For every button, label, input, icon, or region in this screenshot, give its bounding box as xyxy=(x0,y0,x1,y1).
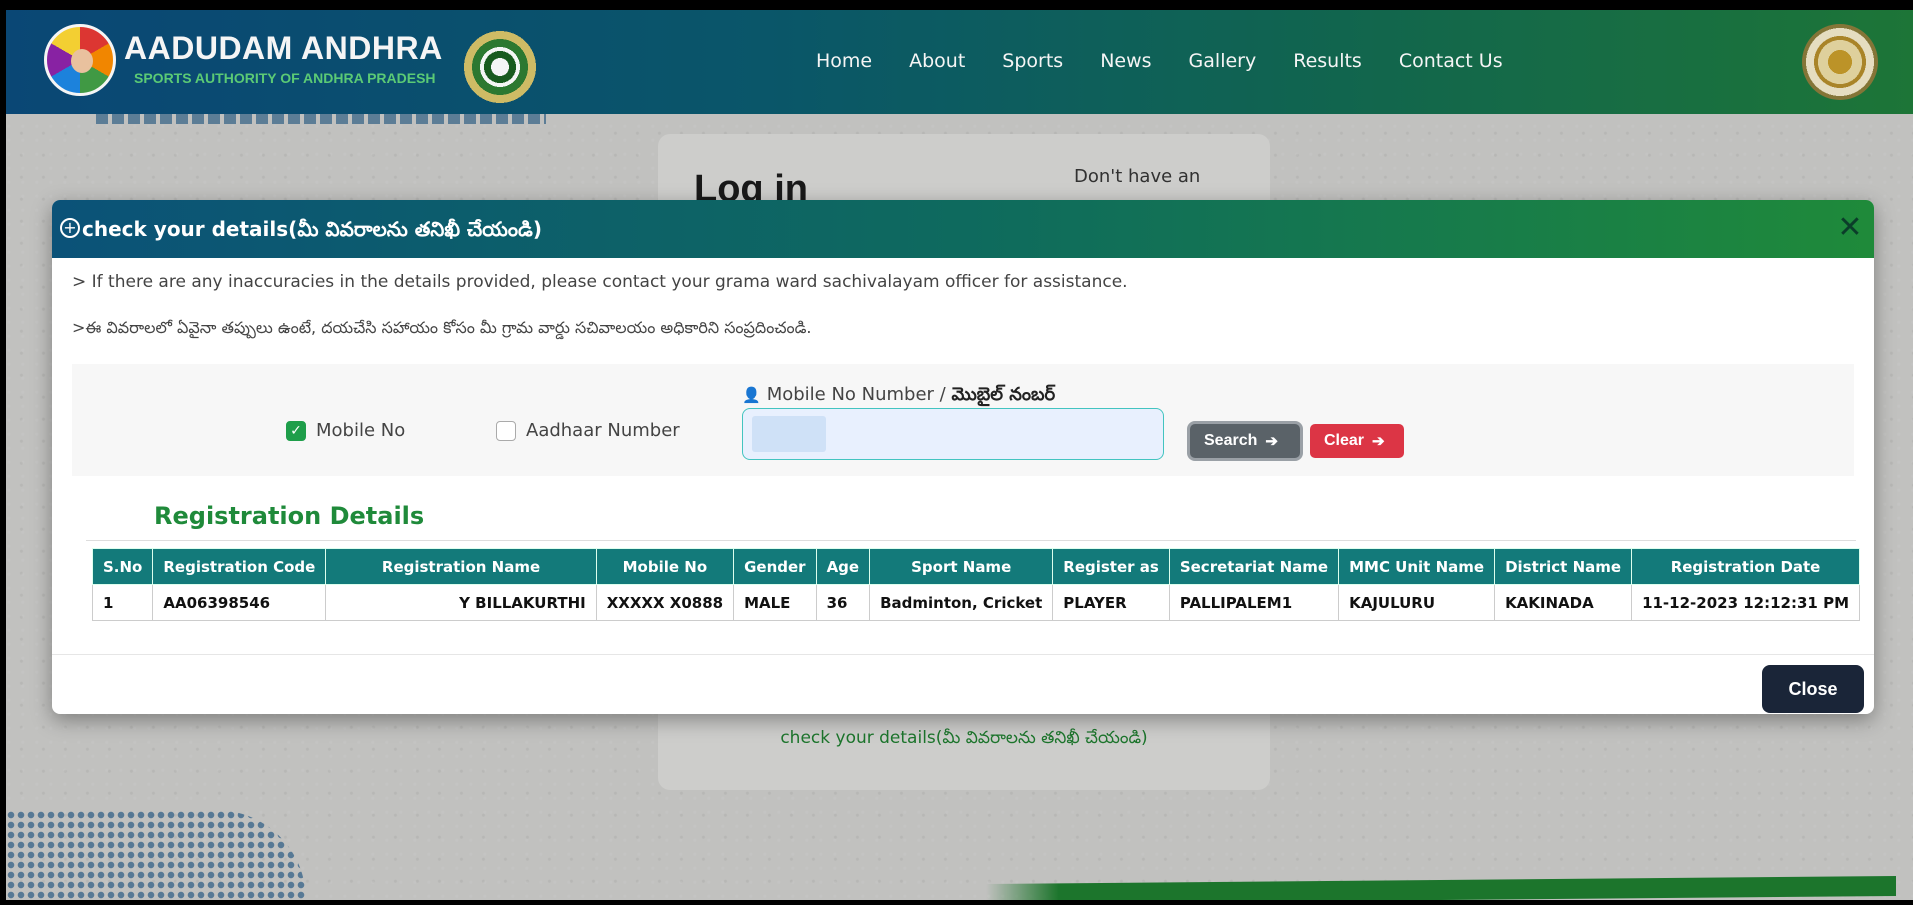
mobile-no-option[interactable]: ✓ Mobile No xyxy=(286,420,405,441)
mobile-field-label-en: Mobile No Number / xyxy=(766,384,952,405)
mobile-field-label: 👤 Mobile No Number / మొబైల్ నంబర్ xyxy=(742,384,1055,409)
cell-sport-name: Badminton, Cricket xyxy=(869,584,1054,621)
close-icon[interactable]: ✕ xyxy=(1832,210,1868,246)
user-icon: 👤 xyxy=(742,386,761,404)
search-button-label: Search xyxy=(1204,432,1258,449)
arrow-circle-right-icon: ➔ xyxy=(1265,433,1278,450)
page-frame: AADUDAM ANDHRA SPORTS AUTHORITY OF ANDHR… xyxy=(6,10,1913,900)
divider xyxy=(86,540,1856,541)
clear-button-label: Clear xyxy=(1324,432,1365,449)
check-details-modal: + check your details(మీ వివరాలను తనిఖీ చ… xyxy=(52,200,1874,714)
col-sport-name: Sport Name xyxy=(869,548,1054,585)
cell-sno: 1 xyxy=(91,584,154,621)
table-header-row: S.No Registration Code Registration Name… xyxy=(91,548,1860,585)
mobile-field-label-te: మొబైల్ నంబర్ xyxy=(951,384,1056,405)
cell-register-as: PLAYER xyxy=(1052,584,1170,621)
col-registration-name: Registration Name xyxy=(325,548,597,585)
col-secretariat-name: Secretariat Name xyxy=(1168,548,1340,585)
col-sno: S.No xyxy=(91,548,154,585)
col-gender: Gender xyxy=(733,548,817,585)
col-register-as: Register as xyxy=(1052,548,1170,585)
note-english: > If there are any inaccuracies in the d… xyxy=(72,272,1128,292)
modal-title: check your details(మీ వివరాలను తనిఖీ చేయ… xyxy=(82,217,542,241)
registration-table: S.No Registration Code Registration Name… xyxy=(91,548,1860,621)
aadhaar-checkbox[interactable] xyxy=(496,420,516,441)
cell-age: 36 xyxy=(815,584,871,621)
modal-footer: Close xyxy=(52,654,1874,714)
registration-title: Registration Details xyxy=(154,502,425,530)
cell-registration-date: 11-12-2023 12:12:31 PM xyxy=(1631,584,1860,621)
table-row: 1 AA06398546 Y BILLAKURTHI XXXXX X0888 M… xyxy=(91,584,1860,621)
cell-registration-name: Y BILLAKURTHI xyxy=(325,584,597,621)
aadhaar-option-label: Aadhaar Number xyxy=(526,420,680,441)
modal-body: > If there are any inaccuracies in the d… xyxy=(72,264,1860,642)
col-registration-date: Registration Date xyxy=(1631,548,1860,585)
col-age: Age xyxy=(815,548,871,585)
col-mobile-no: Mobile No xyxy=(595,548,735,585)
mobile-no-checkbox[interactable]: ✓ xyxy=(286,420,306,441)
note-telugu: >ఈ వివరాలలో ఏవైనా తప్పులు ఉంటే, దయచేసి స… xyxy=(72,318,812,337)
cell-mobile-no: XXXXX X0888 xyxy=(595,584,735,621)
cell-district-name: KAKINADA xyxy=(1494,584,1633,621)
col-district-name: District Name xyxy=(1494,548,1633,585)
cell-gender: MALE xyxy=(733,584,817,621)
close-button[interactable]: Close xyxy=(1762,665,1864,713)
search-panel: ✓ Mobile No Aadhaar Number 👤 Mobile No Nu… xyxy=(72,364,1854,476)
registration-details: Registration Details S.No Registration C… xyxy=(74,502,1860,622)
search-button[interactable]: Search ➔ xyxy=(1190,424,1300,458)
col-registration-code: Registration Code xyxy=(152,548,327,585)
cell-secretariat-name: PALLIPALEM1 xyxy=(1168,584,1340,621)
cell-mmc-unit-name: KAJULURU xyxy=(1338,584,1496,621)
plus-circle-icon: + xyxy=(60,218,80,238)
arrow-circle-right-icon: ➔ xyxy=(1372,433,1385,450)
cell-registration-code: AA06398546 xyxy=(152,584,327,621)
clear-button[interactable]: Clear ➔ xyxy=(1310,424,1404,458)
redaction-mask xyxy=(752,416,826,452)
aadhaar-option[interactable]: Aadhaar Number xyxy=(496,420,680,441)
modal-header: + check your details(మీ వివరాలను తనిఖీ చ… xyxy=(52,200,1874,258)
mobile-no-option-label: Mobile No xyxy=(316,420,406,441)
col-mmc-unit-name: MMC Unit Name xyxy=(1338,548,1496,585)
